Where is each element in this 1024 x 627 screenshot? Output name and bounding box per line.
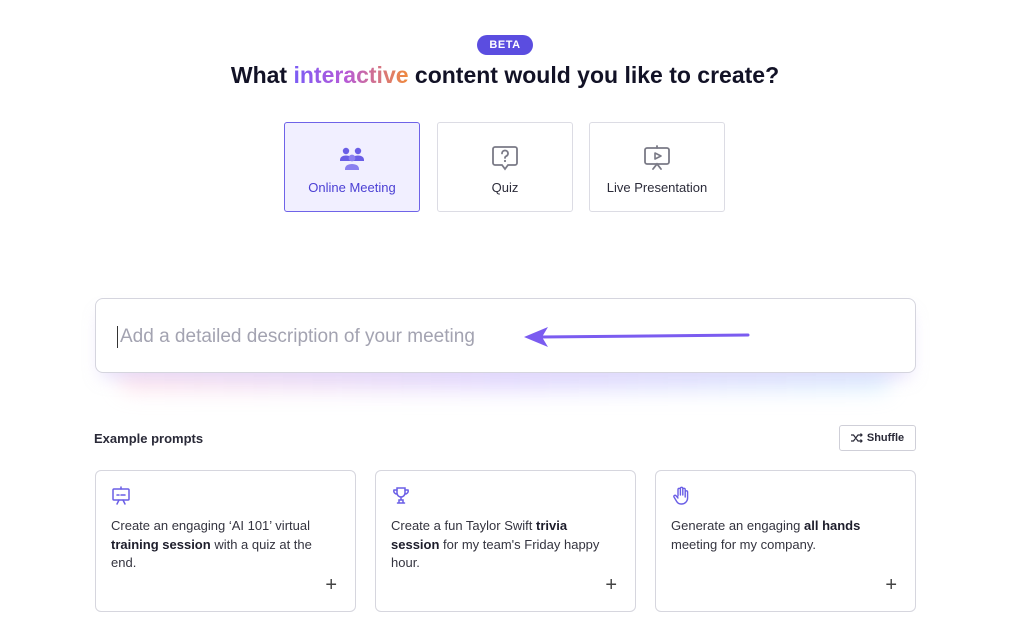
people-icon [340,147,364,170]
easel-icon [112,486,130,505]
beta-badge: BETA [477,35,533,55]
prompt-text: Generate an engaging all hands meeting f… [671,518,861,552]
trophy-icon [393,487,409,504]
description-input[interactable] [118,322,542,352]
shuffle-label: Shuffle [866,432,905,444]
type-live-presentation[interactable]: Live Presentation [589,122,725,212]
type-quiz[interactable]: Quiz [437,122,573,212]
raised-hand-icon [673,486,689,505]
add-prompt-icon[interactable]: + [325,575,337,595]
type-label: Quiz [491,180,519,195]
type-label: Online Meeting [308,180,396,195]
arrow-pointer-icon [524,327,750,347]
example-prompt-card[interactable]: Create an engaging ‘AI 101’ virtual trai… [95,470,356,612]
type-online-meeting[interactable]: Online Meeting [284,122,420,212]
add-prompt-icon[interactable]: + [885,575,897,595]
example-prompt-card[interactable]: Create a fun Taylor Swift trivia session… [375,470,636,612]
page-title: What interactive content would you like … [230,62,780,88]
presentation-screen-icon [644,145,670,170]
heading-highlight: interactive [293,62,409,88]
type-label: Live Presentation [606,180,708,195]
shuffle-button[interactable]: Shuffle [839,425,916,451]
shuffle-icon [850,433,863,443]
description-box[interactable] [95,298,916,373]
example-prompt-card[interactable]: Generate an engaging all hands meeting f… [655,470,916,612]
add-prompt-icon[interactable]: + [605,575,617,595]
question-bubble-icon [492,146,518,171]
example-prompts-title: Example prompts [94,431,204,446]
prompt-text: Create an engaging ‘AI 101’ virtual trai… [111,518,312,570]
prompt-text: Create a fun Taylor Swift trivia session… [391,518,600,570]
